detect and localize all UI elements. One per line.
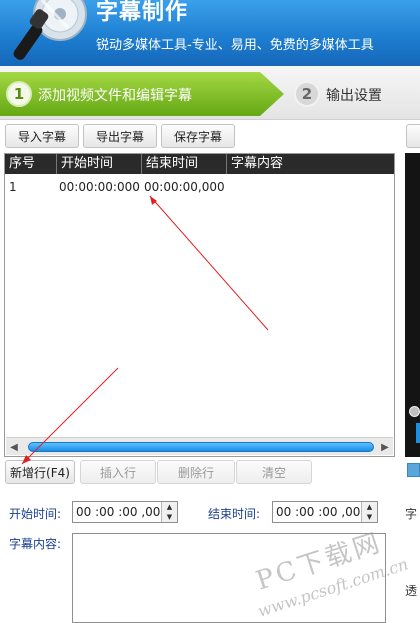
table-header: 序号 开始时间 结束时间 字幕内容 <box>5 154 394 174</box>
app-logo-icon <box>13 0 87 60</box>
column-header-end[interactable]: 结束时间 <box>142 154 227 174</box>
step-2-label: 输出设置 <box>326 88 382 104</box>
import-subtitle-button[interactable]: 导入字幕 <box>5 124 79 148</box>
scroll-right-icon[interactable]: ▶ <box>377 438 393 456</box>
start-time-stepper[interactable]: ▲ ▼ <box>161 502 177 522</box>
insert-row-button[interactable]: 插入行 <box>80 460 156 484</box>
clear-button[interactable]: 清空 <box>236 460 312 484</box>
row-index-cell: 1 <box>9 180 17 194</box>
column-header-content[interactable]: 字幕内容 <box>227 154 394 174</box>
scrollbar-thumb[interactable] <box>28 442 374 452</box>
app-slogan: 锐动多媒体工具-专业、易用、免费的多媒体工具 <box>96 38 374 53</box>
row-content-cell <box>227 178 394 196</box>
volume-slider-knob[interactable] <box>409 406 420 417</box>
scroll-left-icon[interactable]: ◀ <box>6 438 22 456</box>
start-time-value: 00 :00 :00 ,000 <box>76 505 169 519</box>
right-panel-label-bottom: 透 <box>405 584 418 598</box>
subtitle-table[interactable]: 序号 开始时间 结束时间 字幕内容 1 00:00:00:000 00:00:0… <box>4 153 395 457</box>
step-2-number: 2 <box>294 81 320 107</box>
step-2-tab[interactable]: 2 输出设置 <box>290 72 420 116</box>
start-time-label: 开始时间: <box>9 507 62 521</box>
new-row-button[interactable]: 新增行(F4) <box>5 460 75 484</box>
save-subtitle-button[interactable]: 保存字幕 <box>161 124 235 148</box>
preview-toolbar-button[interactable] <box>406 124 420 148</box>
column-header-start[interactable]: 开始时间 <box>57 154 142 174</box>
row-end-cell: 00:00:00,000 <box>144 180 225 194</box>
export-subtitle-button[interactable]: 导出字幕 <box>83 124 157 148</box>
start-time-input[interactable]: 00 :00 :00 ,000 ▲ ▼ <box>72 501 178 523</box>
preview-color-swatch[interactable] <box>407 463 420 477</box>
step-1-number: 1 <box>6 81 32 107</box>
subtitle-content-label: 字幕内容: <box>9 537 62 551</box>
step-1-tab[interactable]: 1 添加视频文件和编辑字幕 <box>0 72 285 116</box>
table-row[interactable]: 1 00:00:00:000 00:00:00,000 <box>5 178 394 196</box>
row-start-cell: 00:00:00:000 <box>59 180 140 194</box>
progress-segment <box>416 423 420 443</box>
app-header: 字幕制作 锐动多媒体工具-专业、易用、免费的多媒体工具 <box>0 0 420 66</box>
end-time-label: 结束时间: <box>208 507 261 521</box>
delete-row-button[interactable]: 删除行 <box>157 460 235 484</box>
spin-down-icon[interactable]: ▼ <box>162 512 177 522</box>
app-title: 字幕制作 <box>96 0 189 25</box>
step-bar: 1 添加视频文件和编辑字幕 2 输出设置 <box>0 66 420 120</box>
step-1-label: 添加视频文件和编辑字幕 <box>38 88 192 104</box>
horizontal-scrollbar[interactable]: ◀ ▶ <box>6 437 393 455</box>
column-header-index[interactable]: 序号 <box>5 154 57 174</box>
video-preview-panel[interactable] <box>405 153 420 457</box>
